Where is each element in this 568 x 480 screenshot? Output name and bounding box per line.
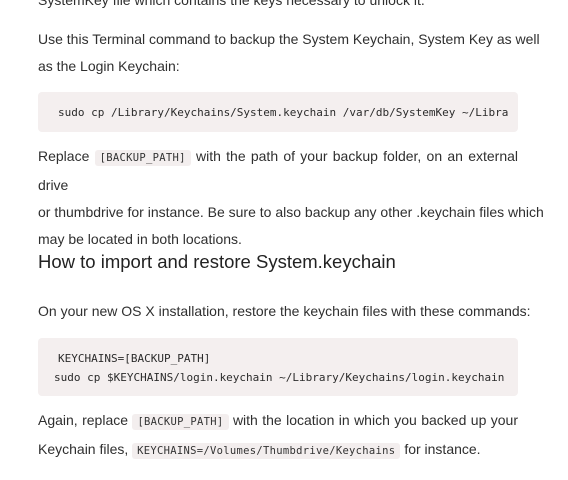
code-line: KEYCHAINS=[BACKUP_PATH] xyxy=(58,352,211,365)
backup-command-code-block[interactable]: sudo cp /Library/Keychains/System.keycha… xyxy=(38,92,518,132)
text-line: Again, replace [BACKUP_PATH] with the lo… xyxy=(38,407,518,436)
text-line: as the Login Keychain: xyxy=(38,58,180,74)
text-fragment: Again, replace xyxy=(38,412,129,428)
replace-path-paragraph: Replace [BACKUP_PATH] with the path of y… xyxy=(38,143,544,253)
text-line: On your new OS X installation, restore t… xyxy=(38,303,531,319)
text-line: or thumbdrive for instance. Be sure to a… xyxy=(38,204,544,220)
restore-instructions-paragraph: On your new OS X installation, restore t… xyxy=(38,298,531,325)
backup-path-inline-code: [BACKUP_PATH] xyxy=(132,414,229,430)
code-line: sudo cp /Library/Keychains/System.keycha… xyxy=(58,106,509,119)
text-line: Replace [BACKUP_PATH] with the path of y… xyxy=(38,143,518,199)
backup-path-inline-code: [BACKUP_PATH] xyxy=(94,150,191,166)
restore-command-code-block[interactable]: KEYCHAINS=[BACKUP_PATH] sudo cp $KEYCHAI… xyxy=(38,338,518,396)
text-fragment: with the location in which you backed up… xyxy=(232,412,518,428)
text-fragment: for instance. xyxy=(404,441,481,457)
keychains-path-inline-code: KEYCHAINS=/Volumes/Thumbdrive/Keychains xyxy=(132,443,401,459)
top-paragraph-fragment: SystemKey file which contains the keys n… xyxy=(38,0,518,14)
text-line: SystemKey file which contains the keys n… xyxy=(38,0,425,8)
text-line: Keychain files, KEYCHAINS=/Volumes/Thumb… xyxy=(38,436,518,465)
text-line: Use this Terminal command to backup the … xyxy=(38,31,540,47)
code-line: sudo cp $KEYCHAINS/login.keychain ~/Libr… xyxy=(54,371,505,384)
backup-instructions-paragraph: Use this Terminal command to backup the … xyxy=(38,26,540,80)
again-replace-paragraph: Again, replace [BACKUP_PATH] with the lo… xyxy=(38,407,518,465)
section-heading: How to import and restore System.keychai… xyxy=(38,251,396,272)
text-fragment: Keychain files, xyxy=(38,441,129,457)
text-fragment: Replace xyxy=(38,148,90,164)
text-line: may be located in both locations. xyxy=(38,231,242,247)
